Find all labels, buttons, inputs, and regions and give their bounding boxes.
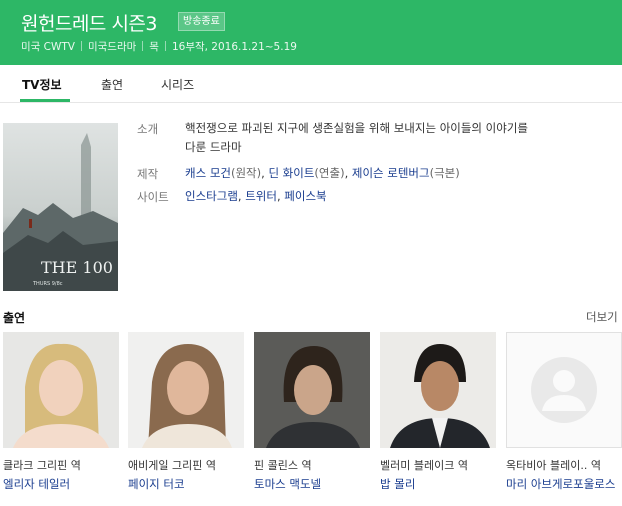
actor-name[interactable]: 페이지 터코 xyxy=(128,476,185,492)
producer-link[interactable]: 캐스 모건 xyxy=(185,166,231,180)
actor-name[interactable]: 엘리자 테일러 xyxy=(3,476,70,492)
meta-info: 미국 CWTV 미국드라마 목 16부작, 2016.1.21~5.19 xyxy=(21,39,297,54)
role-name: 클라크 그리핀 역 xyxy=(3,459,81,472)
page-title: 원헌드레드 시즌3 xyxy=(21,13,158,35)
production-list: 캐스 모건(원작), 딘 화이트(연출), 제이슨 로텐버그(극본) xyxy=(185,166,460,180)
cast-card[interactable]: 애비게일 그리핀 역 페이지 터코 xyxy=(128,332,244,491)
site-label: 사이트 xyxy=(137,190,169,204)
actor-photo[interactable] xyxy=(128,332,244,448)
production-label: 제작 xyxy=(137,167,159,181)
poster-logo: THE 100 xyxy=(41,258,113,277)
cast-card[interactable]: 옥타비아 블레이.. 역 마리 아브게로포울로스 xyxy=(506,332,622,491)
actor-name[interactable]: 토마스 맥도넬 xyxy=(254,476,321,492)
cast-heading: 출연 xyxy=(3,311,26,325)
meta-divider xyxy=(142,41,144,51)
role-name: 애비게일 그리핀 역 xyxy=(128,459,216,472)
facebook-link[interactable]: 페이스북 xyxy=(284,189,326,203)
poster-caption: THURS 9/8c xyxy=(32,281,63,287)
actor-photo[interactable] xyxy=(380,332,496,448)
writer-link[interactable]: 제이슨 로텐버그 xyxy=(352,166,430,180)
tab-series[interactable]: 시리즈 xyxy=(161,76,194,93)
more-link[interactable]: 더보기 xyxy=(586,309,618,325)
tab-tv-info[interactable]: TV정보 xyxy=(22,76,62,93)
actor-photo[interactable] xyxy=(254,332,370,448)
meta-divider xyxy=(80,41,82,51)
intro-line: 다룬 드라마 xyxy=(185,140,242,154)
twitter-link[interactable]: 트위터 xyxy=(245,189,277,203)
intro-label: 소개 xyxy=(137,122,159,136)
poster-image[interactable]: THE 100 THURS 9/8c xyxy=(3,123,118,291)
director-link[interactable]: 딘 화이트 xyxy=(268,166,314,180)
role-name: 벨러미 블레이크 역 xyxy=(380,459,468,472)
cast-card[interactable]: 벨러미 블레이크 역 밥 몰리 xyxy=(380,332,496,491)
site-list: 인스타그램, 트위터, 페이스북 xyxy=(185,189,327,203)
director-role: (연출) xyxy=(314,166,345,180)
tab-bar: TV정보 출연 시리즈 xyxy=(0,65,622,103)
actor-photo[interactable] xyxy=(3,332,119,448)
meta-day: 목 xyxy=(149,41,159,53)
intro-text: 핵전쟁으로 파괴된 지구에 생존실험을 위해 보내지는 아이들의 이야기를 다룬… xyxy=(185,119,528,157)
cast-card[interactable]: 클라크 그리핀 역 엘리자 테일러 xyxy=(3,332,119,491)
actor-name[interactable]: 밥 몰리 xyxy=(380,476,415,492)
title-header: 원헌드레드 시즌3 방송종료 미국 CWTV 미국드라마 목 16부작, 2016.1… xyxy=(0,0,622,65)
cast-card[interactable]: 핀 콜린스 역 토마스 맥도넬 xyxy=(254,332,370,491)
actor-photo-placeholder[interactable] xyxy=(506,332,622,448)
role-name: 핀 콜린스 역 xyxy=(254,459,312,472)
meta-divider xyxy=(164,41,166,51)
producer-role: (원작) xyxy=(230,166,262,180)
active-tab-indicator xyxy=(20,99,70,102)
status-badge: 방송종료 xyxy=(178,12,225,31)
writer-role: (극본) xyxy=(429,166,460,180)
meta-episodes: 16부작, 2016.1.21~5.19 xyxy=(171,41,297,53)
meta-channel: 미국 CWTV xyxy=(21,41,75,53)
tab-cast[interactable]: 출연 xyxy=(101,76,123,93)
actor-name[interactable]: 마리 아브게로포울로스 xyxy=(506,476,615,492)
instagram-link[interactable]: 인스타그램 xyxy=(185,189,238,203)
intro-line: 핵전쟁으로 파괴된 지구에 생존실험을 위해 보내지는 아이들의 이야기를 xyxy=(185,121,528,135)
role-name: 옥타비아 블레이.. 역 xyxy=(506,459,601,472)
meta-genre: 미국드라마 xyxy=(87,41,137,53)
